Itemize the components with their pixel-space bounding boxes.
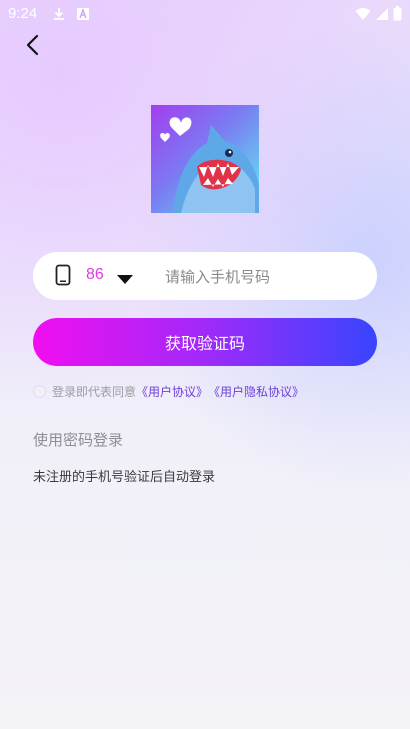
status-time: 9:24 [8, 5, 38, 22]
wifi-icon [355, 6, 371, 25]
app-logo [151, 105, 259, 213]
agree-checkbox[interactable] [33, 384, 46, 398]
chevron-left-icon [25, 34, 41, 60]
get-code-button[interactable]: 获取验证码 [33, 318, 377, 366]
privacy-agreement-link[interactable]: 《用户隐私协议》 [208, 383, 304, 400]
caret-down-icon[interactable] [117, 270, 133, 289]
phone-icon [55, 264, 71, 290]
password-login-link[interactable]: 使用密码登录 [33, 429, 123, 450]
download-icon [52, 6, 66, 25]
country-code[interactable]: 86 [86, 266, 104, 284]
status-bar: 9:24 [0, 0, 410, 28]
user-agreement-link[interactable]: 《用户协议》 [136, 383, 208, 400]
battery-icon [393, 6, 402, 25]
shark-logo [151, 105, 259, 213]
phone-input[interactable] [163, 264, 367, 290]
back-button[interactable] [18, 32, 48, 62]
phone-field[interactable]: 86 [33, 252, 377, 300]
notification-a-icon [76, 6, 90, 25]
agreement-prefix: 登录即代表同意 [52, 384, 137, 399]
status-icons [355, 6, 402, 25]
signal-icon [375, 6, 389, 25]
auto-register-note: 未注册的手机号验证后自动登录 [33, 470, 216, 485]
agreement-row: 登录即代表同意 《用户协议》 《用户隐私协议》 [33, 382, 304, 400]
